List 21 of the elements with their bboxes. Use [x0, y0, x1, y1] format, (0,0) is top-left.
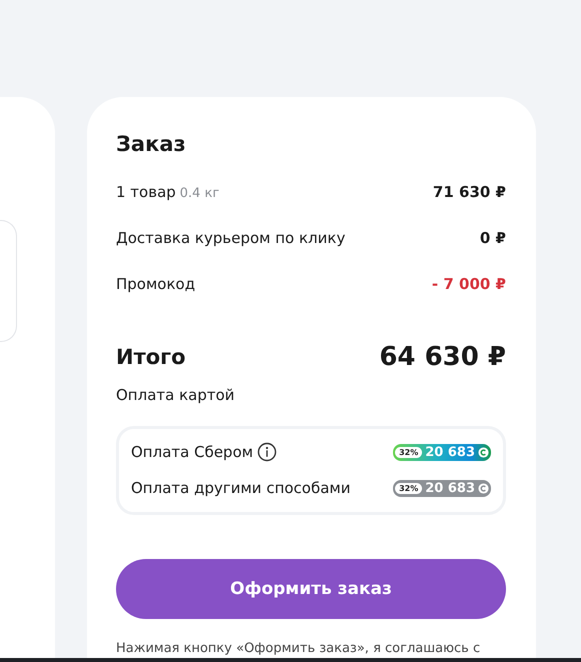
line-label: 1 товар — [116, 183, 176, 201]
weight-note: 0.4 кг — [180, 186, 220, 201]
line-amount: - 7 000 ₽ — [432, 275, 506, 293]
total-amount: 64 630 ₽ — [379, 342, 506, 372]
coin-icon — [478, 446, 489, 458]
line-amount: 0 ₽ — [480, 229, 506, 247]
percent-label: 32% — [395, 446, 422, 458]
payment-label: Оплата картой — [116, 386, 236, 404]
total-label: Итого — [116, 345, 186, 369]
line-amount: 71 630 ₽ — [432, 183, 506, 201]
info-icon[interactable] — [257, 442, 278, 462]
agreement-text: Нажимая кнопку «Оформить заказ», я соглашаюсь с — [116, 641, 482, 656]
submit-order-button[interactable]: Оформить заказ — [116, 559, 506, 619]
line-label: Промокод — [116, 275, 196, 293]
payment-option-label: Оплата другими способами — [131, 479, 350, 497]
line-label: Доставка курьером по клику — [116, 229, 346, 247]
payment-option-label: Оплата Сбером — [131, 443, 254, 461]
bonus-amount: 20 683 — [425, 480, 475, 496]
order-title: Заказ — [116, 131, 187, 158]
percent-label: 32% — [395, 482, 422, 494]
bonus-amount: 20 683 — [425, 444, 475, 460]
